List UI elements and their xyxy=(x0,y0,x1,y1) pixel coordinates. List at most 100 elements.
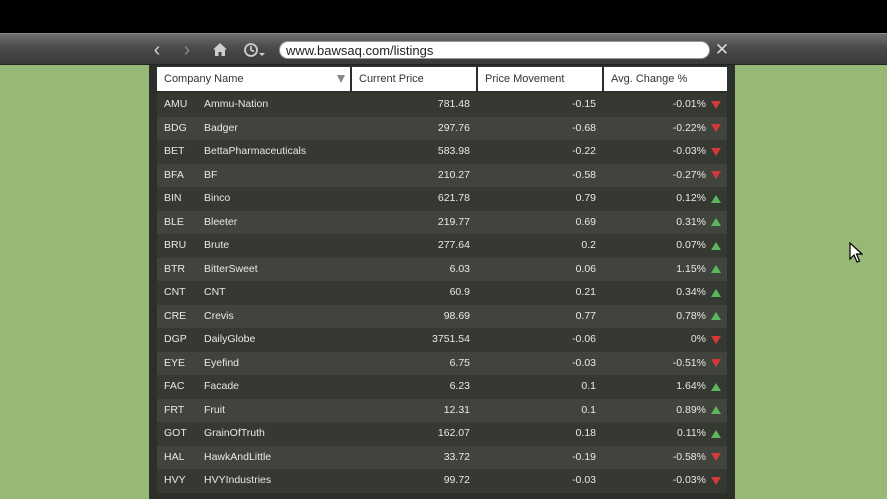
table-row[interactable]: EYE Eyefind 6.75 -0.03 -0.51% xyxy=(157,351,727,375)
avg-change: -0.01% xyxy=(602,93,727,117)
header-avg-change[interactable]: Avg. Change % xyxy=(604,67,727,91)
table-row[interactable]: FRT Fruit 12.31 0.1 0.89% xyxy=(157,398,727,423)
stock-symbol: EYE xyxy=(164,356,186,369)
avg-change: 0.07% xyxy=(602,234,727,258)
avg-change-value: 0.78% xyxy=(676,309,706,322)
stock-symbol: CRE xyxy=(164,309,187,322)
triangle-down-icon xyxy=(711,359,721,368)
avg-change-value: 0.34% xyxy=(676,286,706,298)
table-row[interactable]: BFA BF 210.27 -0.58 -0.27% xyxy=(157,163,727,188)
avg-change: 0.89% xyxy=(602,399,727,423)
avg-change: 0% xyxy=(602,328,727,352)
table-row[interactable]: HVY HVYIndustries 99.72 -0.03 -0.03% xyxy=(157,469,727,493)
table-header: Company Name Current Price Price Movemen… xyxy=(157,67,727,91)
close-icon[interactable]: ✕ xyxy=(711,39,733,61)
sort-arrow-icon[interactable] xyxy=(337,75,345,83)
current-price: 277.64 xyxy=(437,239,470,251)
home-icon[interactable] xyxy=(209,39,231,61)
stock-symbol: BTR xyxy=(164,262,185,275)
price-movement: -0.03 xyxy=(572,356,596,369)
table-row[interactable]: DGP DailyGlobe 3751.54 -0.06 0% xyxy=(157,328,727,352)
stock-symbol: GOT xyxy=(164,427,187,439)
avg-change-value: 1.15% xyxy=(676,262,706,275)
listings-table: AMU Ammu-Nation 781.48 -0.15 -0.01% BDG Badger… xyxy=(157,93,727,493)
avg-change-value: -0.03% xyxy=(672,145,706,157)
table-row[interactable]: BET BettaPharmaceuticals 583.98 -0.22 -0.03% xyxy=(157,140,727,164)
header-current-price[interactable]: Current Price xyxy=(352,67,478,91)
stock-symbol: HVY xyxy=(164,474,186,486)
triangle-down-icon xyxy=(711,124,721,133)
price-movement: -0.19 xyxy=(572,450,596,463)
table-row[interactable]: CNT CNT 60.9 0.21 0.34% xyxy=(157,281,727,305)
arrow-right-icon[interactable]: › xyxy=(176,39,198,61)
current-price: 162.07 xyxy=(437,427,470,439)
company-name: BitterSweet xyxy=(204,262,258,275)
header-label: Avg. Change % xyxy=(611,73,688,85)
stock-symbol: BDG xyxy=(164,121,187,134)
avg-change: 0.31% xyxy=(602,211,727,235)
avg-change-value: 0.31% xyxy=(676,215,706,228)
header-company-name[interactable]: Company Name xyxy=(157,67,352,91)
browser-toolbar: ‹ › www.bawsaq.com/listings ✕ xyxy=(0,33,887,65)
company-name: Fruit xyxy=(204,403,225,416)
mouse-cursor-icon xyxy=(849,242,863,263)
arrow-left-icon[interactable]: ‹ xyxy=(146,39,168,61)
table-row[interactable]: AMU Ammu-Nation 781.48 -0.15 -0.01% xyxy=(157,93,727,117)
stock-symbol: BRU xyxy=(164,239,187,251)
company-name: BettaPharmaceuticals xyxy=(204,145,307,157)
avg-change-value: -0.27% xyxy=(672,168,706,181)
url-bar[interactable]: www.bawsaq.com/listings xyxy=(279,41,710,59)
price-movement: 0.06 xyxy=(575,262,596,275)
avg-change: 1.15% xyxy=(602,258,727,282)
avg-change: -0.22% xyxy=(602,117,727,141)
triangle-down-icon xyxy=(711,171,721,180)
price-movement: -0.15 xyxy=(572,98,596,110)
price-movement: 0.77 xyxy=(575,309,596,322)
current-price: 3751.54 xyxy=(432,333,470,345)
stock-symbol: BFA xyxy=(164,168,184,181)
table-row[interactable]: BLE Bleeter 219.77 0.69 0.31% xyxy=(157,210,727,235)
current-price: 297.76 xyxy=(437,121,470,134)
company-name: Brute xyxy=(204,239,230,251)
table-row[interactable]: HAL HawkAndLittle 33.72 -0.19 -0.58% xyxy=(157,445,727,470)
company-name: GrainOfTruth xyxy=(204,427,265,439)
avg-change-value: -0.03% xyxy=(672,474,706,486)
triangle-up-icon xyxy=(711,265,721,274)
clock-icon[interactable] xyxy=(242,39,270,61)
price-movement: -0.58 xyxy=(572,168,596,181)
triangle-up-icon xyxy=(711,241,721,250)
table-row[interactable]: BTR BitterSweet 6.03 0.06 1.15% xyxy=(157,257,727,282)
table-row[interactable]: BIN Binco 621.78 0.79 0.12% xyxy=(157,187,727,211)
avg-change: -0.58% xyxy=(602,446,727,470)
avg-change-value: -0.51% xyxy=(672,356,706,369)
table-row[interactable]: CRE Crevis 98.69 0.77 0.78% xyxy=(157,304,727,329)
header-price-movement[interactable]: Price Movement xyxy=(478,67,604,91)
triangle-down-icon xyxy=(711,453,721,462)
current-price: 210.27 xyxy=(437,168,470,181)
avg-change-value: 0.89% xyxy=(676,403,706,416)
stock-symbol: BLE xyxy=(164,215,184,228)
table-row[interactable]: BDG Badger 297.76 -0.68 -0.22% xyxy=(157,116,727,141)
stock-symbol: BIN xyxy=(164,192,182,204)
current-price: 621.78 xyxy=(437,192,470,204)
avg-change: 0.78% xyxy=(602,305,727,329)
company-name: Facade xyxy=(204,380,240,392)
listings-page: Company Name Current Price Price Movemen… xyxy=(149,65,735,499)
avg-change: -0.27% xyxy=(602,164,727,188)
current-price: 98.69 xyxy=(443,309,470,322)
stock-symbol: BET xyxy=(164,145,185,157)
table-row[interactable]: FAC Facade 6.23 0.1 1.64% xyxy=(157,375,727,399)
avg-change: 0.11% xyxy=(602,422,727,446)
table-row[interactable]: GOT GrainOfTruth 162.07 0.18 0.11% xyxy=(157,422,727,446)
current-price: 6.75 xyxy=(449,356,470,369)
avg-change-value: -0.01% xyxy=(672,98,706,110)
price-movement: -0.68 xyxy=(572,121,596,134)
company-name: Ammu-Nation xyxy=(204,98,269,110)
company-name: Eyefind xyxy=(204,356,240,369)
current-price: 6.03 xyxy=(449,262,470,275)
triangle-up-icon xyxy=(711,382,721,391)
page-background: Company Name Current Price Price Movemen… xyxy=(0,65,887,499)
avg-change-value: 1.64% xyxy=(676,380,706,392)
table-row[interactable]: BRU Brute 277.64 0.2 0.07% xyxy=(157,234,727,258)
header-label: Current Price xyxy=(359,73,424,85)
